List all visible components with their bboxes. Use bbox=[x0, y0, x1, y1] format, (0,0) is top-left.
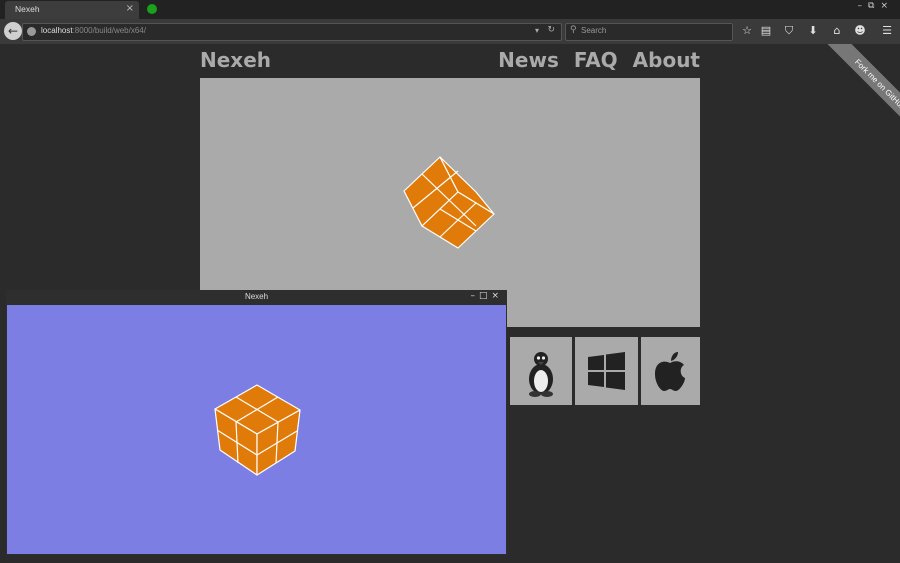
linux-penguin-icon bbox=[529, 352, 553, 397]
browser-window-controls[interactable]: –⧉× bbox=[858, 1, 894, 11]
app-window-title[interactable]: Nexeh bbox=[6, 290, 507, 304]
app-window-controls[interactable]: –□× bbox=[470, 291, 503, 301]
search-icon: ⚲ bbox=[570, 25, 577, 35]
download-linux-button[interactable] bbox=[510, 337, 572, 405]
site-info-icon[interactable] bbox=[27, 27, 36, 36]
minimize-icon[interactable]: – bbox=[470, 291, 479, 301]
app-canvas[interactable] bbox=[7, 305, 506, 554]
reading-list-icon[interactable]: ▤ bbox=[759, 24, 773, 38]
site-brand[interactable]: Nexeh bbox=[200, 48, 271, 72]
url-host: localhost bbox=[41, 26, 73, 35]
reload-icon[interactable]: ↻ bbox=[547, 25, 555, 35]
search-bar[interactable]: ⚲ Search bbox=[565, 23, 733, 41]
app-window: Nexeh –□× bbox=[6, 290, 507, 555]
home-icon[interactable]: ⌂ bbox=[830, 24, 844, 38]
close-icon[interactable]: × bbox=[491, 291, 503, 301]
ribbon-label[interactable]: Fork me on GitHub bbox=[820, 44, 900, 134]
nav-faq[interactable]: FAQ bbox=[574, 48, 618, 72]
download-mac-button[interactable] bbox=[641, 337, 700, 405]
github-ribbon[interactable]: Fork me on GitHub bbox=[810, 44, 900, 134]
download-icon[interactable]: ⬇ bbox=[806, 24, 820, 38]
back-button[interactable]: ← bbox=[4, 22, 22, 40]
tab-close-icon[interactable]: × bbox=[126, 3, 134, 14]
url-text: localhost:8000/build/web/x64/ bbox=[41, 26, 146, 35]
url-dropdown-icon[interactable]: ▾ bbox=[535, 26, 539, 35]
maximize-icon[interactable]: □ bbox=[479, 291, 492, 301]
app-cube-render bbox=[214, 384, 301, 476]
apple-logo-icon bbox=[655, 352, 685, 391]
new-tab-icon[interactable] bbox=[147, 4, 157, 14]
nav-news[interactable]: News bbox=[498, 48, 559, 72]
pocket-icon[interactable]: ⛉ bbox=[782, 24, 796, 38]
browser-tab[interactable]: Nexeh × bbox=[5, 1, 139, 19]
bookmark-star-icon[interactable]: ☆ bbox=[740, 24, 754, 38]
menu-icon[interactable]: ☰ bbox=[880, 24, 894, 38]
url-path: :8000/build/web/x64/ bbox=[72, 26, 146, 35]
browser-nav-bar: ← localhost:8000/build/web/x64/ ▾ ↻ ⚲ Se… bbox=[0, 19, 900, 44]
browser-tab-bar: Nexeh × –⧉× bbox=[0, 0, 900, 19]
download-windows-button[interactable] bbox=[575, 337, 638, 405]
search-placeholder: Search bbox=[581, 26, 607, 35]
windows-logo-icon bbox=[588, 352, 625, 390]
account-icon[interactable]: ☻ bbox=[853, 24, 867, 38]
url-bar[interactable]: localhost:8000/build/web/x64/ ▾ ↻ bbox=[22, 23, 562, 41]
site-nav: News FAQ About bbox=[490, 48, 700, 72]
nav-about[interactable]: About bbox=[633, 48, 700, 72]
tab-title: Nexeh bbox=[15, 4, 40, 14]
